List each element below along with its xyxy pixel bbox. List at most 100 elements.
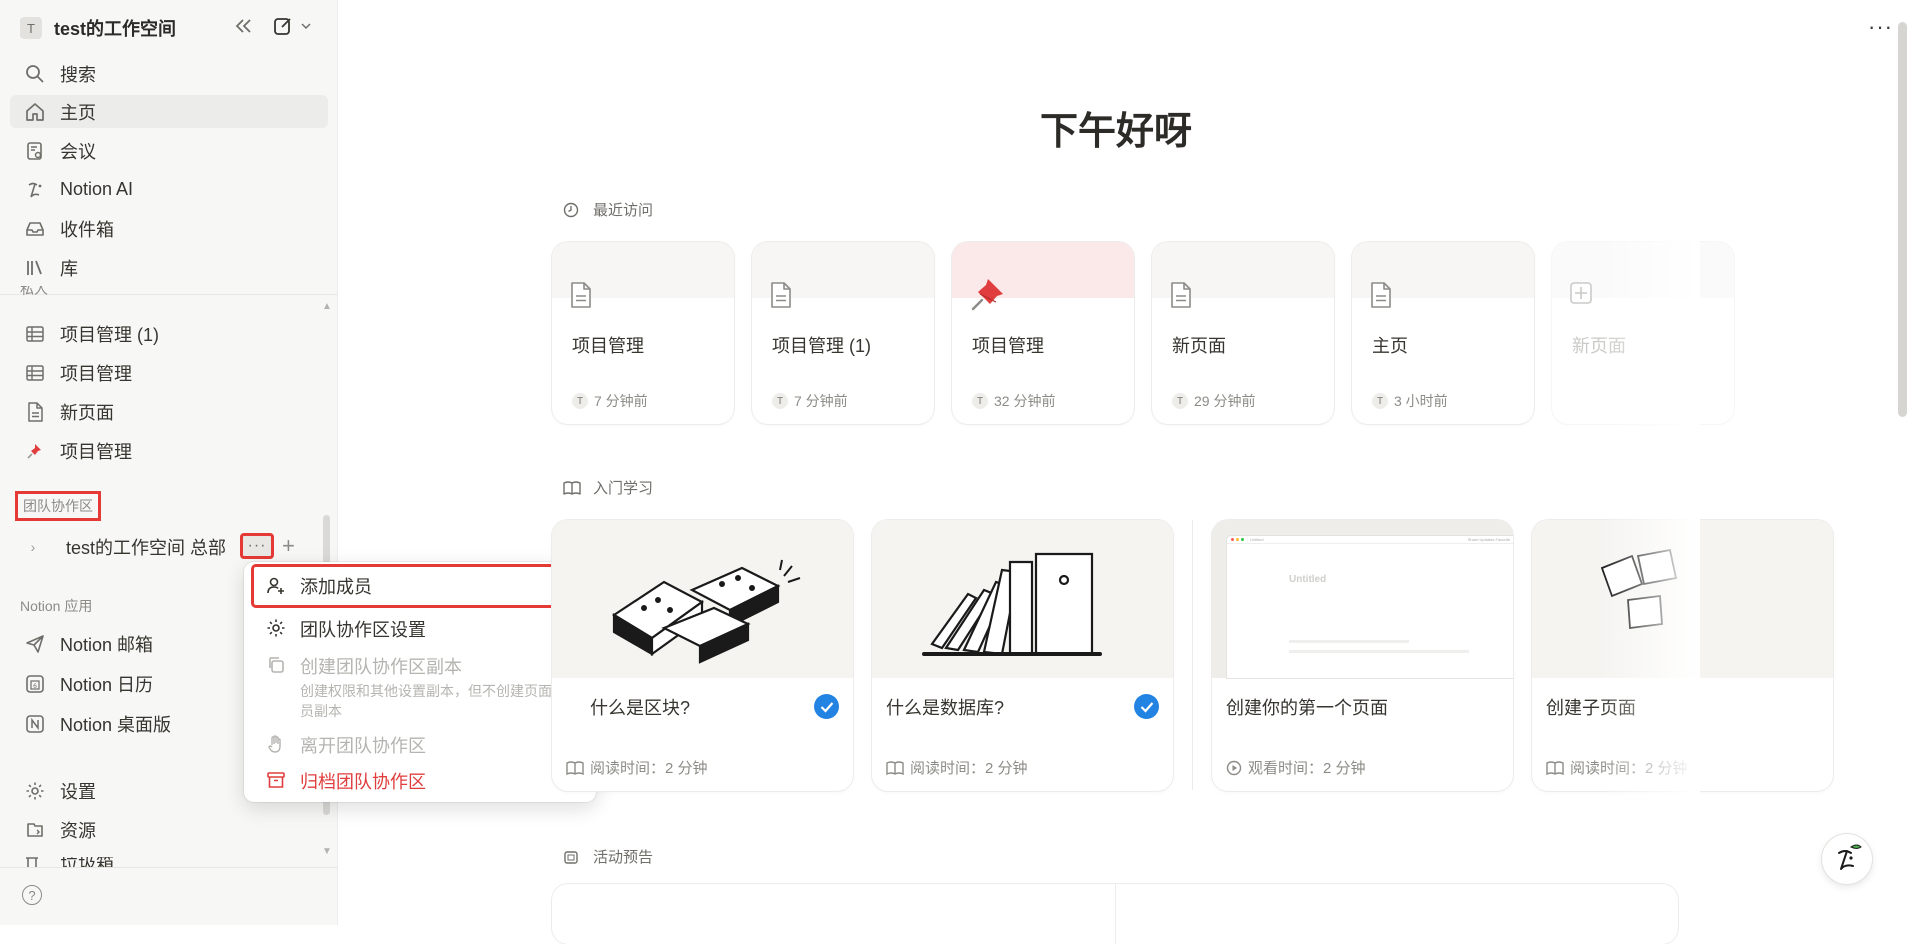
pushpin-icon <box>970 276 1006 317</box>
library-icon <box>22 255 48 281</box>
section-title-text: 活动预告 <box>593 849 654 866</box>
new-page-icon[interactable] <box>273 16 311 36</box>
learn-card[interactable]: Untitled Share Updates Favorite Untitled… <box>1212 520 1513 791</box>
sidebar-item-home[interactable]: 主页 <box>10 95 328 128</box>
scroll-down-arrow[interactable]: ▼ <box>322 846 332 857</box>
screenshot-preview: Untitled Share Updates Favorite Untitled <box>1227 536 1513 678</box>
menu-item-label: 归档团队协作区 <box>300 772 426 792</box>
workspace-name: test的工作空间 <box>54 19 177 39</box>
section-title-text: 最近访问 <box>593 202 654 219</box>
menu-item-label: 团队协作区设置 <box>300 620 426 640</box>
card-mask <box>552 520 612 678</box>
menu-add-member[interactable]: 添加成员 <box>251 564 591 608</box>
inbox-icon <box>22 216 48 242</box>
preview-line <box>1289 650 1469 653</box>
collapse-sidebar-icon[interactable] <box>235 18 253 34</box>
book-icon <box>1546 760 1564 775</box>
card-time: 32 分钟前 <box>994 393 1056 409</box>
add-page-icon <box>1570 282 1592 309</box>
sidebar-page-item[interactable]: 项目管理 <box>10 434 328 467</box>
recent-card[interactable]: 新页面 T 29 分钟前 <box>1152 242 1334 424</box>
card-title: 项目管理 <box>572 336 644 356</box>
desktop-app-icon <box>22 711 48 737</box>
events-panel <box>552 884 1678 944</box>
teamspace-item[interactable]: › test的工作空间 总部 <box>10 531 328 563</box>
card-meta: 阅读时间：2 分钟 <box>590 760 708 777</box>
learn-card[interactable]: 什么是数据库? 阅读时间：2 分钟 <box>872 520 1173 791</box>
teamspace-more-button[interactable]: ··· <box>240 533 274 559</box>
preview-toolbar-text: Share Updates Favorite <box>1467 537 1510 542</box>
sidebar-item-trash[interactable]: 垃圾箱 <box>10 857 328 867</box>
menu-leave-teamspace[interactable]: 离开团队协作区 <box>254 732 588 758</box>
sidebar-item-label: 项目管理 (1) <box>60 324 159 345</box>
help-button[interactable]: ? <box>22 885 42 905</box>
card-title: 什么是数据库? <box>886 698 1005 718</box>
table-icon <box>22 321 48 347</box>
gear-icon <box>264 616 288 640</box>
menu-archive-teamspace[interactable]: 归档团队协作区 <box>254 768 588 794</box>
sidebar-item-inbox[interactable]: 收件箱 <box>10 212 328 245</box>
divider <box>1192 520 1193 790</box>
menu-duplicate-teamspace[interactable]: 创建团队协作区副本 创建权限和其他设置副本，但不创建页面和成员副本 <box>254 653 588 721</box>
mail-icon <box>22 631 48 657</box>
card-title: 新页面 <box>1172 336 1226 356</box>
card-meta: 观看时间：2 分钟 <box>1248 760 1366 777</box>
preview-line <box>1289 640 1409 643</box>
sidebar-item-label: 库 <box>60 258 78 279</box>
preview-tab-text: Untitled <box>1250 537 1264 542</box>
page-icon <box>1370 282 1392 313</box>
gear-icon <box>22 778 48 804</box>
page-icon <box>770 282 792 313</box>
avatar: T <box>572 393 588 409</box>
sidebar-item-notion-ai[interactable]: Notion AI <box>10 173 328 206</box>
sidebar-item-search[interactable]: 搜索 <box>10 57 328 90</box>
chevron-right-icon[interactable]: › <box>20 539 46 555</box>
sidebar-page-item[interactable]: 项目管理 <box>10 356 328 389</box>
sidebar-item-label: Notion 桌面版 <box>60 714 172 735</box>
scroll-up-arrow[interactable]: ▲ <box>322 301 332 312</box>
page-icon <box>22 399 48 425</box>
sidebar-item-library[interactable]: 库 <box>10 251 328 284</box>
book-icon <box>566 760 584 775</box>
teamspace-section-label: 团队协作区 <box>15 491 101 521</box>
book-icon <box>563 480 583 495</box>
recent-card[interactable]: 主页 T 3 小时前 <box>1352 242 1534 424</box>
sidebar-item-resources[interactable]: 资源 <box>10 813 328 846</box>
workspace-avatar: T <box>20 17 42 39</box>
card-time: 7 分钟前 <box>594 393 648 409</box>
sidebar-item-label: 项目管理 <box>60 363 132 384</box>
sidebar-page-item[interactable]: 新页面 <box>10 395 328 428</box>
recent-card[interactable]: 项目管理 T 32 分钟前 <box>952 242 1134 424</box>
sidebar-item-label: 收件箱 <box>60 219 114 240</box>
avatar: T <box>1172 393 1188 409</box>
sidebar-item-label: 新页面 <box>60 402 114 423</box>
sidebar-item-label: Notion AI <box>60 179 134 199</box>
menu-teamspace-settings[interactable]: 团队协作区设置 <box>254 616 588 642</box>
workspace-switcher[interactable]: T test的工作空间 <box>20 14 325 42</box>
learn-card[interactable]: 什么是区块? 阅读时间：2 分钟 <box>552 520 853 791</box>
recent-card[interactable]: 项目管理 (1) T 7 分钟前 <box>752 242 934 424</box>
card-title: 主页 <box>1372 336 1408 356</box>
video-thumbnail: Untitled Share Updates Favorite Untitled <box>1212 520 1513 678</box>
more-options-button[interactable]: ··· <box>1868 14 1893 40</box>
notion-ai-button[interactable] <box>1822 834 1872 884</box>
bricks-illustration <box>552 520 853 678</box>
recent-card[interactable]: 项目管理 T 7 分钟前 <box>552 242 734 424</box>
section-title-text: 入门学习 <box>593 480 654 497</box>
sidebar-item-meetings[interactable]: 会议 <box>10 134 328 167</box>
sidebar-item-label: Notion 邮箱 <box>60 634 154 655</box>
add-page-button[interactable]: + <box>282 533 295 559</box>
books-illustration <box>872 520 1173 678</box>
divider <box>1115 884 1116 944</box>
teamspace-name: test的工作空间 总部 <box>66 538 227 558</box>
page-icon <box>570 282 592 313</box>
main-scrollbar[interactable] <box>1898 22 1907 417</box>
menu-item-description: 创建权限和其他设置副本，但不创建页面和成员副本 <box>300 683 580 719</box>
sidebar-page-item[interactable]: 项目管理 (1) <box>10 317 328 350</box>
menu-item-label: 添加成员 <box>300 577 372 597</box>
avatar: T <box>1372 393 1388 409</box>
card-title: 项目管理 (1) <box>772 336 871 356</box>
resources-icon <box>22 817 48 843</box>
sidebar-item-label: 主页 <box>60 102 96 123</box>
sidebar-item-label: Notion 日历 <box>60 674 154 695</box>
